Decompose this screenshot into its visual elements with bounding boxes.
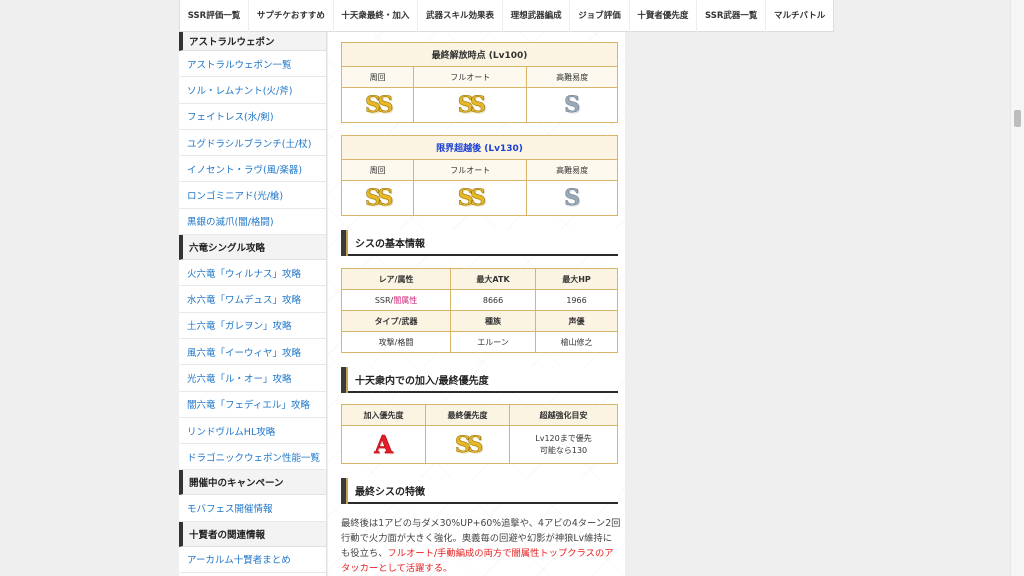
nav-evokers-priority[interactable]: 十賢者優先度 [630,0,698,32]
sidebar-link[interactable]: ドラゴニックウェポン性能一覧 [179,444,326,471]
sidebar-heading-dragons: 六竜シングル攻略 [179,235,326,261]
column-header: フルオート [413,66,528,88]
voice-actor-value: 檜山修之 [535,331,618,353]
sidebar-link[interactable]: 水六竜「ワムデュス」攻略 [179,286,326,313]
column-header: 周回 [340,66,415,88]
heading-mark-icon [341,367,350,393]
rank-badge: SS [457,92,486,119]
rank-badge: SS [454,431,484,458]
sidebar-heading-astral: アストラルウェポン [179,32,326,51]
scrollbar-thumb[interactable] [1014,110,1021,127]
rating-table-limit: 限界超越後 (Lv130) 周回 フルオート 高難易度 SS SS S [340,135,618,216]
features-paragraph: 最終後は1アビの与ダメ30%UP+60%追撃や、4アビの4ターン2回行動で火力面… [341,516,621,576]
rank-badge: A [374,430,393,460]
type-weapon-value: 攻撃/格闘 [340,331,452,353]
column-header: 最大HP [535,268,618,290]
sidebar-heading-sages: 十賢者の関連情報 [179,521,326,547]
top-navigation: SSR評価一覧 サプチケおすすめ 十天衆最終・加入 武器スキル効果表 理想武器編… [179,0,834,32]
column-header: 種族 [450,310,537,332]
nav-weapon-skills[interactable]: 武器スキル効果表 [418,0,503,32]
sidebar-link[interactable]: ロンゴミニアド(光/槍) [179,182,326,209]
section-title: シスの基本情報 [355,238,425,250]
rank-badge: S [564,92,581,119]
section-heading-basic-info: シスの基本情報 [341,230,618,256]
sidebar-link[interactable]: ソル・レムナント(火/斧) [179,77,326,104]
sidebar-link[interactable]: 闇六竜「フェディエル」攻略 [179,392,326,418]
section-title: 十天衆内での加入/最終優先度 [355,375,489,387]
priority-table: 加入優先度 最終優先度 超越強化目安 A SS Lv120まで優先 可能なら13… [341,404,618,464]
sidebar-link[interactable]: 風六竜「イーウィヤ」攻略 [179,339,326,366]
sidebar-link[interactable]: イノセント・ラヴ(風/楽器) [179,156,326,183]
sidebar-link[interactable]: 光六竜「ル・オー」攻略 [179,365,326,392]
nav-eternals[interactable]: 十天衆最終・加入 [334,0,419,32]
column-header: 最大ATK [450,268,537,290]
nav-ssr-ratings[interactable]: SSR評価一覧 [180,0,250,32]
nav-ideal-grid[interactable]: 理想武器編成 [503,0,571,32]
rank-badge: S [564,185,581,212]
nav-job-ratings[interactable]: ジョブ評価 [570,0,630,32]
column-header: 超越強化目安 [509,404,618,426]
rank-badge: SS [365,92,394,119]
section-heading-features: 最終シスの特徴 [341,478,618,504]
max-atk-value: 8666 [450,289,537,311]
column-header: タイプ/武器 [340,310,452,332]
column-header: レア/属性 [340,268,452,290]
element-link[interactable]: 闇属性 [393,296,417,305]
page-scrollbar[interactable] [1010,0,1024,576]
guide-line: 可能なら130 [539,445,588,455]
rank-badge: SS [457,185,486,212]
limit-break-guide: Lv120まで優先 可能なら130 [509,425,618,464]
nav-support-ticket[interactable]: サプチケおすすめ [249,0,334,32]
heading-mark-icon [341,230,350,256]
nav-ssr-weapons[interactable]: SSR武器一覧 [697,0,767,32]
table-caption: 限界超越後 (Lv130) [341,135,618,160]
section-title: 最終シスの特徴 [355,486,425,498]
sidebar-link[interactable]: アストラルウェポン一覧 [179,51,326,78]
column-header: 高難易度 [526,66,618,88]
max-hp-value: 1966 [535,289,618,311]
table-caption: 最終解放時点 (Lv100) [341,42,618,67]
section-heading-priority: 十天衆内での加入/最終優先度 [341,367,618,393]
main-content: 最終解放時点 (Lv100) 周回 フルオート 高難易度 SS SS S 限界超… [328,32,625,576]
race-value: エルーン [450,331,537,353]
heading-mark-icon [341,478,350,504]
column-header: 最終優先度 [425,404,510,426]
basic-info-table: レア/属性 最大ATK 最大HP SSR/闇属性 8666 1966 タイプ/武… [340,268,618,353]
sidebar-link[interactable]: 土六竜「ガレヲン」攻略 [179,313,326,339]
nav-multi-battle[interactable]: マルチバトル [766,0,833,32]
sidebar-link[interactable]: 火六竜「ウィルナス」攻略 [179,260,326,287]
sidebar-link[interactable]: ユグドラシルブランチ(土/杖) [179,130,326,157]
column-header: 加入優先度 [341,404,426,426]
rarity-value: SSR/ [374,295,394,305]
column-header: 高難易度 [526,159,618,181]
rank-badge: SS [365,185,394,212]
column-header: フルオート [413,159,528,181]
rating-table-final: 最終解放時点 (Lv100) 周回 フルオート 高難易度 SS SS S [340,42,618,123]
rarity-element-cell: SSR/闇属性 [340,289,452,311]
sidebar-link[interactable]: モバフェス開催情報 [179,495,326,522]
sidebar-link[interactable]: フェイトレス(水/剣) [179,104,326,130]
guide-line: Lv120まで優先 [535,433,592,443]
sidebar: アストラルウェポン アストラルウェポン一覧 ソル・レムナント(火/斧) フェイト… [179,32,327,576]
sidebar-link[interactable]: アーカルム十賢者まとめ [179,547,326,574]
sidebar-link[interactable]: リンドヴルムHL攻略 [179,418,326,445]
sidebar-heading-campaign: 開催中のキャンペーン [179,470,326,496]
column-header: 声優 [535,310,618,332]
column-header: 周回 [340,159,415,181]
sidebar-link[interactable]: 黒銀の滅爪(闇/格闘) [179,209,326,236]
